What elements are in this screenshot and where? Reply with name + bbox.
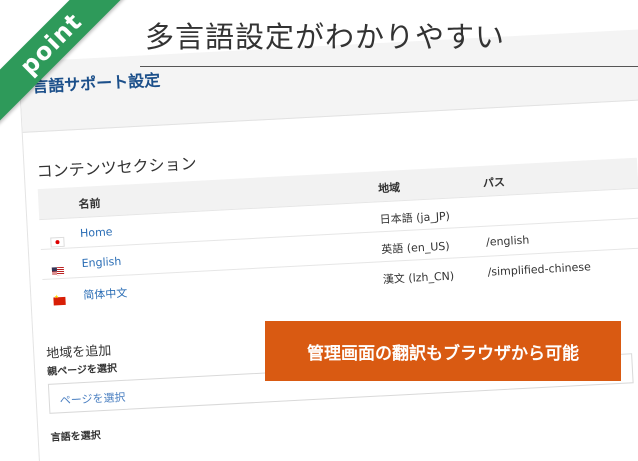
headline-divider [140,66,638,67]
us-flag-icon [51,266,65,276]
region-cell: 日本語 (ja_JP) [379,209,451,227]
column-header-region[interactable]: 地域 [378,179,401,196]
corner-ribbon: point [0,0,140,140]
feature-callout: 管理画面の翻訳もブラウザから可能 [265,321,621,381]
region-cell: 漢文 (lzh_CN) [382,269,455,287]
section-link-home[interactable]: Home [80,225,113,240]
region-cell: 英語 (en_US) [380,239,450,257]
section-link-chinese[interactable]: 简体中文 [83,285,128,303]
cn-flag-icon [53,296,66,306]
column-header-name[interactable]: 名前 [78,195,101,212]
point-badge: point [0,0,131,124]
jp-flag-icon [50,236,65,248]
headline: 多言語設定がわかりやすい [145,20,506,54]
path-cell: /simplified-chinese [487,260,592,279]
sections-table: 名前 地域 パス Home 日本語 (ja_JP) English 英語 (en… [37,157,638,309]
path-cell: /english [485,233,530,249]
column-header-path[interactable]: パス [483,174,506,191]
add-region-heading: 地域を追加 [45,343,112,362]
language-select-label: 言語を選択 [50,430,101,444]
section-link-english[interactable]: English [81,255,121,270]
parent-page-label: 親ページを選択 [46,363,118,378]
section-title: コンテンツセクション [36,153,198,182]
